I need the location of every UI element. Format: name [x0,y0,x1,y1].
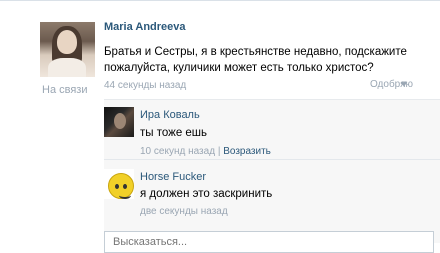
reply-timestamp[interactable]: 10 секунд назад [140,146,215,157]
reply-divider [104,159,440,160]
reply-avatar[interactable] [104,107,134,137]
reply-avatar[interactable] [104,169,134,199]
post-text: Братья и Сестры, я в крестьянстве недавн… [104,46,407,74]
comment-input[interactable] [113,236,413,248]
heart-icon[interactable]: ♥ [401,79,407,90]
reply-button[interactable]: Возразить [223,146,271,157]
reply-text: ты тоже ешь [140,127,208,139]
reply-timestamp[interactable]: две секунды назад [140,206,228,217]
post-timestamp[interactable]: 44 секунды назад [104,80,186,91]
comment-box[interactable] [104,231,434,253]
top-divider [0,0,440,1]
reply-text: я должен это заскринить [140,188,273,200]
reply-author-link[interactable]: Horse Fucker [140,171,206,183]
online-status: На связи [42,84,88,96]
reply-author-link[interactable]: Ира Коваль [140,109,200,121]
separator: | [217,146,221,157]
post-author-link[interactable]: Maria Andreeva [104,21,186,33]
author-avatar[interactable] [40,22,95,77]
